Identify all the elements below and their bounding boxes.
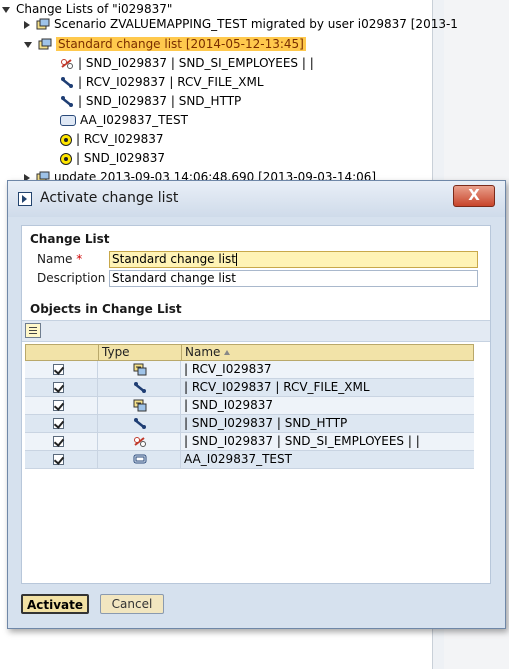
rect-object-icon: [133, 454, 147, 464]
objects-toolbar: [22, 320, 490, 342]
tree-row-label: | RCV_I029837: [76, 132, 164, 146]
column-type-label: Type: [102, 345, 130, 359]
tree-row-label: Standard change list [2014-05-12-13:45]: [56, 37, 306, 51]
dialog-titlebar[interactable]: Activate change list X: [8, 181, 505, 217]
description-value: Standard change list: [112, 271, 237, 285]
objects-table: Type Name | RCV_I029837 | RCV_I029837 | …: [25, 344, 474, 470]
tree-row-label: Scenario ZVALUEMAPPING_TEST migrated by …: [54, 17, 458, 31]
tree-row-standard[interactable]: Standard change list [2014-05-12-13:45]: [24, 35, 306, 53]
tree-row-label: | SND_I029837 | SND_SI_EMPLOYEES | |: [78, 56, 314, 70]
sender-interface-icon: [61, 59, 73, 69]
name-cell: AA_I029837_TEST: [180, 451, 474, 468]
tree-row-scenario[interactable]: Scenario ZVALUEMAPPING_TEST migrated by …: [24, 15, 458, 33]
row-checkbox[interactable]: [53, 418, 64, 429]
table-row[interactable]: | RCV_I029837 | RCV_FILE_XML: [25, 379, 474, 397]
tree-row-object[interactable]: | SND_I029837 | SND_SI_EMPLOYEES | |: [60, 54, 314, 72]
column-header-name[interactable]: Name: [181, 345, 473, 360]
row-checkbox[interactable]: [53, 436, 64, 447]
description-field[interactable]: Standard change list: [109, 270, 478, 287]
column-header-type[interactable]: Type: [98, 345, 181, 360]
collapse-arrow-icon[interactable]: [2, 6, 10, 13]
tree-row-object[interactable]: AA_I029837_TEST: [60, 111, 188, 129]
activate-button[interactable]: Activate: [21, 594, 89, 614]
type-cell: [97, 379, 180, 396]
channel-icon: [61, 77, 73, 88]
row-checkbox[interactable]: [53, 364, 64, 375]
name-label-text: Name: [37, 252, 73, 266]
sort-ascending-icon[interactable]: [224, 350, 231, 355]
sender-interface-icon: [134, 437, 146, 447]
communication-party-icon: [133, 399, 147, 412]
yellow-dot-icon: [60, 152, 72, 165]
name-value: Standard change list: [112, 252, 237, 266]
change-list-icon: [36, 18, 50, 30]
communication-party-icon: [133, 363, 147, 376]
table-row[interactable]: | SND_I029837 | SND_HTTP: [25, 415, 474, 433]
type-cell: [97, 397, 180, 414]
type-cell: [97, 415, 180, 432]
close-icon: X: [468, 186, 480, 204]
tree-row-object[interactable]: | SND_I029837: [60, 149, 165, 167]
name-cell: | RCV_I029837 | RCV_FILE_XML: [180, 379, 474, 396]
change-list-section-title: Change List: [30, 232, 110, 246]
dialog-title: Activate change list: [40, 190, 179, 206]
tree-row-object[interactable]: | RCV_I029837 | RCV_FILE_XML: [60, 73, 264, 91]
collapse-arrow-icon[interactable]: [24, 41, 32, 48]
expand-arrow-icon[interactable]: [24, 20, 30, 29]
name-field[interactable]: Standard change list: [109, 251, 478, 268]
name-cell: | RCV_I029837: [180, 361, 474, 378]
channel-icon: [134, 418, 146, 429]
channel-icon: [61, 96, 73, 107]
activate-button-label: Activate: [26, 598, 84, 612]
table-row[interactable]: | SND_I029837: [25, 397, 474, 415]
dialog-body: Change List Name * Standard change list …: [21, 225, 491, 584]
required-marker: *: [76, 252, 83, 266]
row-checkbox[interactable]: [53, 382, 64, 393]
tree-row-label: AA_I029837_TEST: [80, 113, 188, 127]
type-cell: [97, 361, 180, 378]
table-row[interactable]: | SND_I029837 | SND_SI_EMPLOYEES | |: [25, 433, 474, 451]
rect-object-icon: [60, 115, 76, 126]
row-checkbox[interactable]: [53, 400, 64, 411]
cancel-button-label: Cancel: [111, 597, 153, 611]
details-icon[interactable]: [25, 323, 41, 338]
text-cursor: [236, 253, 238, 266]
tree-row-label: | SND_I029837: [76, 151, 166, 165]
tree-row-label: | RCV_I029837 | RCV_FILE_XML: [78, 75, 264, 89]
close-button[interactable]: X: [453, 185, 495, 207]
column-name-label: Name: [185, 345, 221, 359]
objects-section-title: Objects in Change List: [30, 302, 182, 316]
name-label: Name *: [37, 252, 82, 266]
name-cell: | SND_I029837 | SND_SI_EMPLOYEES | |: [180, 433, 474, 450]
tree-row-object[interactable]: | SND_I029837 | SND_HTTP: [60, 92, 241, 110]
type-cell: [97, 433, 180, 450]
channel-icon: [134, 382, 146, 393]
table-row[interactable]: | RCV_I029837: [25, 361, 474, 379]
activate-change-list-dialog: Activate change list X Change List Name …: [7, 180, 506, 629]
change-list-icon: [38, 38, 52, 50]
type-cell: [97, 451, 180, 468]
table-row[interactable]: AA_I029837_TEST: [25, 451, 474, 469]
tree-row-object[interactable]: | RCV_I029837: [60, 130, 164, 148]
description-label: Description: [37, 271, 106, 285]
dialog-app-icon: [18, 192, 32, 206]
yellow-dot-icon: [60, 133, 72, 146]
tree-row-label: | SND_I029837 | SND_HTTP: [78, 94, 242, 108]
name-cell: | SND_I029837 | SND_HTTP: [180, 415, 474, 432]
tree-header-label: Change Lists of "i029837": [16, 2, 173, 16]
table-header: Type Name: [25, 344, 474, 361]
cancel-button[interactable]: Cancel: [100, 594, 164, 614]
name-cell: | SND_I029837: [180, 397, 474, 414]
row-checkbox[interactable]: [53, 454, 64, 465]
